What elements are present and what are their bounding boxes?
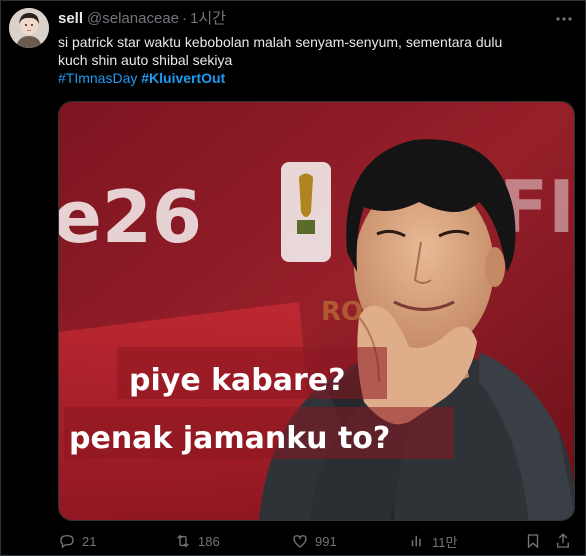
reply-count: 21 [82,533,97,549]
like-button[interactable]: 991 [291,529,337,553]
tweet-text-line: kuch shin auto shibal sekiya [58,52,233,68]
hashtag-link[interactable]: #KluivertOut [141,70,225,86]
separator: · [182,10,187,27]
like-icon [293,535,307,548]
bookmark-icon [527,534,539,549]
meme-image: e26 FIE RONALDO [59,102,574,520]
tweet-text-line: si patrick star waktu kebobolan malah se… [58,34,503,50]
tweet-card[interactable]: sell @selanaceae · 1시간 si patrick star wakt… [0,0,586,556]
meme-text-line2: penak jamanku to? [69,421,390,456]
tweet-text: si patrick star waktu kebobolan malah se… [58,33,578,87]
share-icon [557,533,569,548]
more-icon[interactable] [555,10,573,28]
action-bar: 21 186 991 11만 [58,529,578,553]
board-text: e26 [59,175,202,259]
tweet-image[interactable]: e26 FIE RONALDO [58,101,575,521]
views-count: 11만 [432,534,458,550]
views-button[interactable]: 11만 [408,529,457,553]
repost-icon [177,534,189,548]
display-name[interactable]: sell [58,10,83,27]
meme-text-line1: piye kabare? [129,363,346,398]
repost-button[interactable]: 186 [174,529,220,553]
timestamp[interactable]: 1시간 [190,10,226,27]
hashtag-link[interactable]: #TImnasDay [58,70,137,86]
reply-icon [60,535,74,549]
reply-button[interactable]: 21 [58,529,96,553]
views-icon [411,535,421,547]
hashtag-row: #TImnasDay #KluivertOut [58,69,578,87]
tweet-header: sell @selanaceae · 1시간 [58,9,575,29]
bookmark-button[interactable] [524,529,548,553]
avatar-image [9,8,49,48]
repost-count: 186 [198,533,220,549]
like-count: 991 [315,533,337,549]
user-handle[interactable]: @selanaceae [87,10,179,27]
avatar[interactable] [9,8,49,48]
share-button[interactable] [554,529,578,553]
